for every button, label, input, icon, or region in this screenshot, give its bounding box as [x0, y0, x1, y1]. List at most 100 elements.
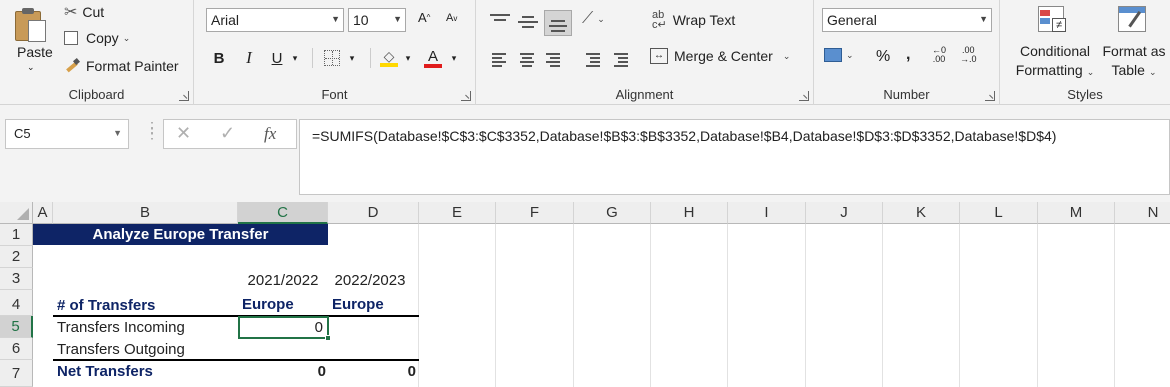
- column-header-n[interactable]: N: [1115, 202, 1170, 224]
- number-format-dropdown-icon[interactable]: ▼: [979, 14, 988, 24]
- alignment-launcher-icon[interactable]: [799, 91, 809, 101]
- column-header-a[interactable]: A: [33, 202, 53, 224]
- cancel-icon[interactable]: ✕: [176, 123, 191, 144]
- merge-center-dropdown-icon[interactable]: ⌄: [783, 51, 791, 62]
- cell-c7-total[interactable]: 0: [238, 363, 326, 380]
- name-box-dropdown-icon[interactable]: ▼: [113, 128, 122, 138]
- row-header-6[interactable]: 6: [0, 338, 33, 360]
- format-painter-button[interactable]: Format Painter: [64, 57, 179, 74]
- cell-b4-label[interactable]: # of Transfers: [57, 297, 155, 314]
- increase-font-size-icon[interactable]: A ^: [418, 10, 430, 25]
- column-header-k[interactable]: K: [883, 202, 960, 224]
- column-header-g[interactable]: G: [574, 202, 651, 224]
- cell-d4-region[interactable]: Europe: [332, 296, 384, 313]
- italic-button[interactable]: I: [238, 46, 260, 70]
- font-color-icon[interactable]: A: [422, 46, 444, 70]
- format-painter-label: Format Painter: [86, 58, 179, 74]
- wrap-text-label: Wrap Text: [672, 12, 736, 28]
- column-header-m[interactable]: M: [1038, 202, 1115, 224]
- column-header-h[interactable]: H: [651, 202, 728, 224]
- increase-decimal-icon[interactable]: ←0.00: [932, 46, 946, 64]
- row-header-3[interactable]: 3: [0, 268, 33, 290]
- enter-icon[interactable]: ✓: [220, 123, 235, 144]
- row-header-4[interactable]: 4: [0, 290, 33, 316]
- row-header-1[interactable]: 1: [0, 224, 33, 246]
- cell-b6-label[interactable]: Transfers Outgoing: [57, 341, 185, 358]
- paste-dropdown-chevron-icon[interactable]: ⌄: [27, 62, 35, 73]
- comma-style-button[interactable]: ,: [906, 46, 910, 64]
- column-header-c[interactable]: C: [238, 202, 328, 224]
- active-cell-c5[interactable]: 0: [238, 316, 329, 339]
- cut-button[interactable]: ✂ Cut: [64, 2, 104, 22]
- font-size-dropdown-icon[interactable]: ▼: [393, 14, 402, 24]
- cut-label: Cut: [82, 4, 105, 20]
- column-header-j[interactable]: J: [806, 202, 883, 224]
- format-as-table-icon[interactable]: [1118, 4, 1152, 36]
- fill-handle[interactable]: [325, 335, 331, 341]
- copy-button[interactable]: Copy ⌄: [64, 30, 130, 46]
- decrease-indent-icon[interactable]: [580, 52, 602, 70]
- column-header-e[interactable]: E: [419, 202, 496, 224]
- column-header-f[interactable]: F: [496, 202, 574, 224]
- cell-d7-total[interactable]: 0: [328, 363, 416, 380]
- merge-center-button[interactable]: ↔ Merge & Center ⌄: [650, 48, 790, 64]
- insert-function-button[interactable]: fx: [264, 124, 276, 144]
- top-align-icon[interactable]: [490, 12, 512, 30]
- column-header-d[interactable]: D: [328, 202, 419, 224]
- format-as-table-chevron-icon: ⌄: [1148, 67, 1157, 77]
- align-left-icon[interactable]: [492, 52, 514, 70]
- number-launcher-icon[interactable]: [985, 91, 995, 101]
- orientation-icon[interactable]: ⟋ ⌄: [582, 10, 605, 28]
- align-center-icon[interactable]: [518, 52, 540, 70]
- decrease-decimal-icon[interactable]: .00 →.0: [960, 46, 977, 64]
- cell-c3-year[interactable]: 2021/2022: [238, 272, 328, 289]
- underline-button[interactable]: U: [266, 46, 288, 70]
- borders-dropdown-icon[interactable]: ▾: [346, 46, 358, 70]
- cell-c4-region[interactable]: Europe: [242, 296, 294, 313]
- name-box[interactable]: C5 ▼: [5, 119, 129, 149]
- conditional-formatting-label-1: Conditional: [1019, 43, 1091, 59]
- align-right-icon[interactable]: [544, 52, 566, 70]
- fill-color-icon[interactable]: ◇: [378, 46, 400, 70]
- select-all-corner[interactable]: [0, 202, 33, 224]
- row-header-7[interactable]: 7: [0, 360, 33, 387]
- cell-d3-year[interactable]: 2022/2023: [328, 272, 412, 289]
- column-header-i[interactable]: I: [728, 202, 806, 224]
- sheet-title-cell[interactable]: Analyze Europe Transfer: [33, 224, 328, 245]
- copy-chevron-icon[interactable]: ⌄: [123, 33, 131, 44]
- conditional-formatting-icon[interactable]: ≠: [1038, 4, 1070, 36]
- conditional-formatting-button[interactable]: Conditional Formatting ⌄: [1010, 42, 1100, 82]
- bottom-align-icon[interactable]: [544, 10, 572, 36]
- borders-icon[interactable]: [322, 46, 342, 70]
- font-launcher-icon[interactable]: [461, 91, 471, 101]
- font-name-dropdown-icon[interactable]: ▼: [331, 14, 340, 24]
- cell-b5-label[interactable]: Transfers Incoming: [57, 319, 185, 336]
- bold-button[interactable]: B: [208, 46, 230, 70]
- font-name-combo[interactable]: Arial ▼: [206, 8, 344, 32]
- paste-icon[interactable]: [12, 6, 48, 42]
- column-header-b[interactable]: B: [53, 202, 238, 224]
- decrease-font-size-icon[interactable]: Av: [446, 12, 457, 24]
- accounting-format-icon[interactable]: ⌄: [824, 48, 854, 62]
- row-header-5[interactable]: 5: [0, 316, 33, 338]
- formula-bar-grip-icon[interactable]: ⋮ ⋮: [145, 120, 159, 140]
- conditional-formatting-label-2: Formatting: [1015, 62, 1083, 78]
- format-as-table-button[interactable]: Format as Table ⌄: [1098, 42, 1170, 82]
- middle-align-icon[interactable]: [518, 14, 540, 32]
- increase-indent-icon[interactable]: [608, 52, 630, 70]
- cell-b7-label[interactable]: Net Transfers: [57, 363, 153, 380]
- font-size-combo[interactable]: 10 ▼: [348, 8, 406, 32]
- underline-dropdown-icon[interactable]: ▾: [288, 46, 302, 70]
- worksheet-grid: A B C D E F G H I J K L M N 1 2 3 4 5 6 …: [0, 202, 1170, 387]
- number-format-combo[interactable]: General ▼: [822, 8, 992, 32]
- column-header-l[interactable]: L: [960, 202, 1038, 224]
- formula-input[interactable]: =SUMIFS(Database!$C$3:$C$3352,Database!$…: [299, 119, 1170, 195]
- row-header-2[interactable]: 2: [0, 246, 33, 268]
- font-divider: [312, 48, 313, 68]
- clipboard-launcher-icon[interactable]: [179, 91, 189, 101]
- percent-style-button[interactable]: %: [876, 48, 890, 66]
- font-color-dropdown-icon[interactable]: ▾: [448, 46, 460, 70]
- wrap-text-button[interactable]: ab c↵ Wrap Text: [652, 10, 736, 31]
- paste-button[interactable]: Paste: [17, 44, 53, 60]
- fill-color-dropdown-icon[interactable]: ▾: [402, 46, 414, 70]
